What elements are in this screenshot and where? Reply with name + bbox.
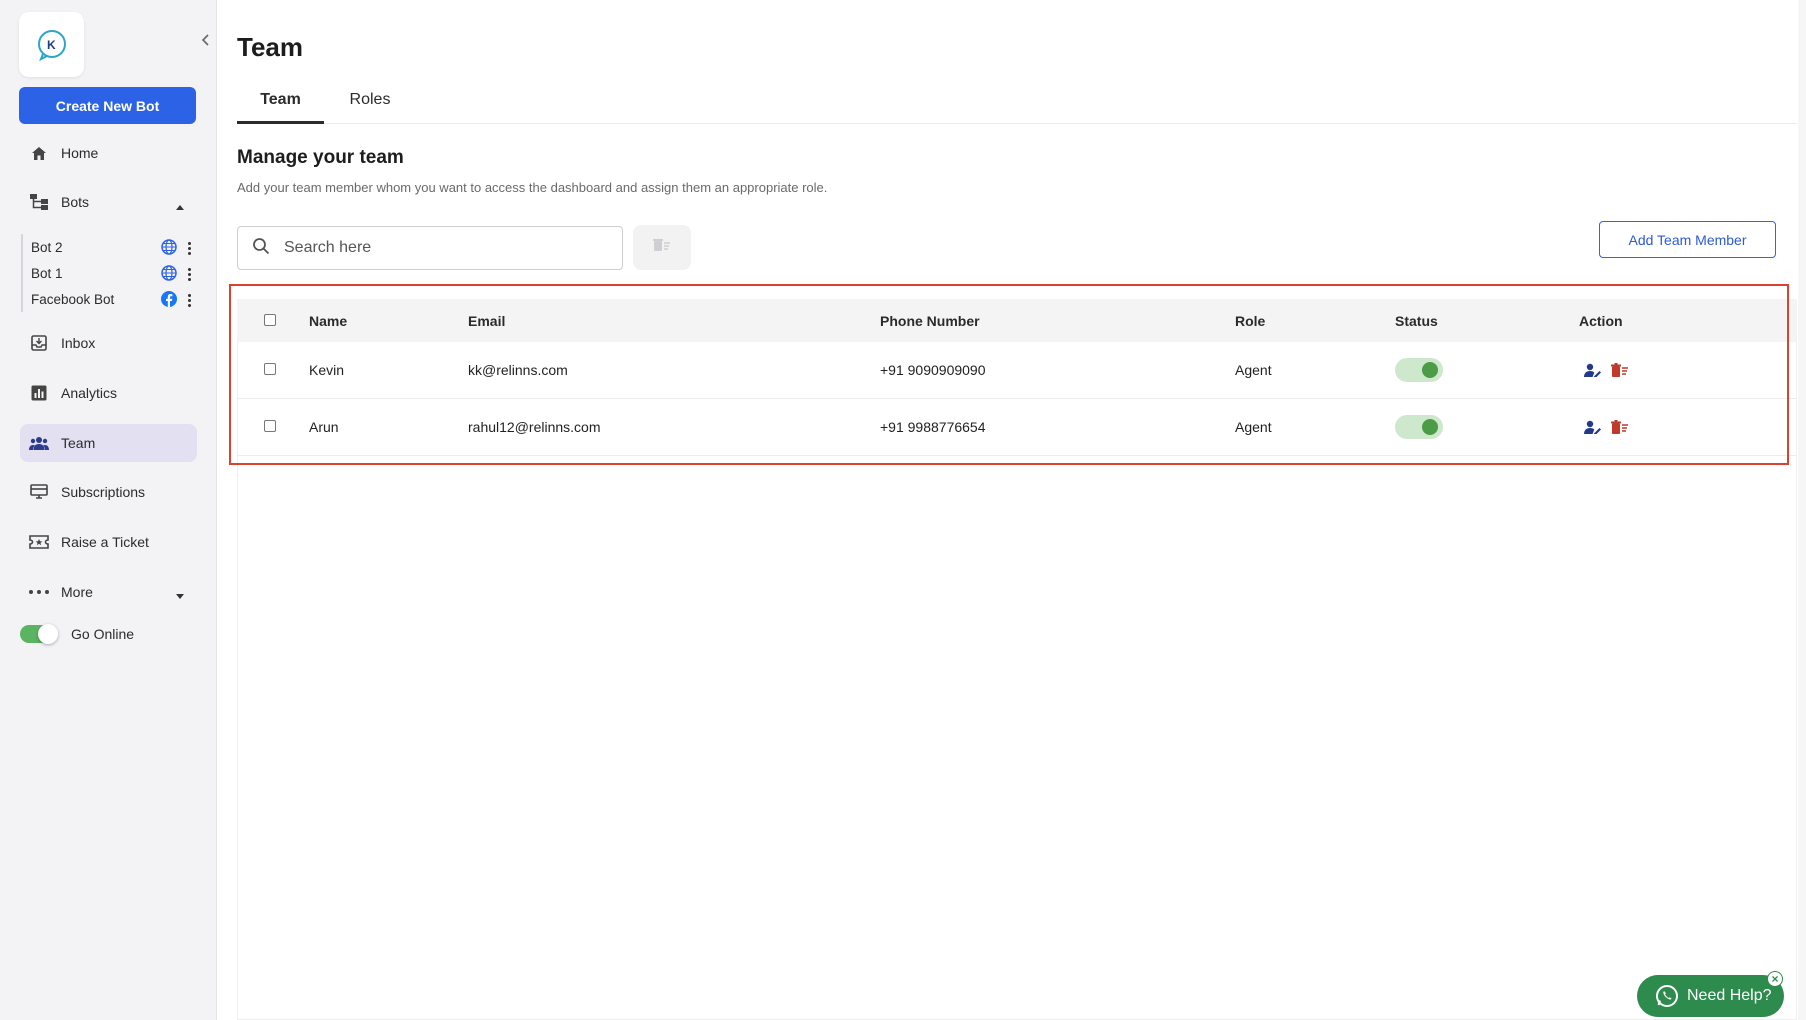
collapse-sidebar-icon[interactable]	[198, 32, 212, 48]
go-online-row: Go Online	[20, 624, 135, 644]
bot-list-item[interactable]: Bot 1	[23, 260, 191, 286]
bot-name: Bot 2	[31, 239, 63, 255]
sidebar-item-label: Raise a Ticket	[61, 534, 149, 550]
bulk-delete-icon	[653, 238, 671, 257]
sidebar-item-label: More	[61, 584, 93, 600]
go-online-toggle[interactable]	[20, 624, 58, 644]
close-icon[interactable]: ×	[1767, 971, 1783, 987]
whatsapp-icon	[1655, 984, 1679, 1008]
team-icon	[29, 433, 49, 453]
caret-down-icon	[175, 587, 185, 603]
more-options-icon[interactable]	[187, 242, 191, 255]
sidebar-item-team[interactable]: Team	[20, 424, 197, 462]
more-options-icon[interactable]	[187, 294, 191, 307]
sidebar-item-label: Inbox	[61, 335, 96, 351]
sidebar-item-bots[interactable]: Bots	[20, 183, 197, 221]
globe-icon	[161, 265, 177, 284]
ticket-icon	[29, 532, 49, 552]
tab-bar: Team Roles	[237, 88, 1797, 124]
bulk-delete-button[interactable]	[633, 225, 691, 270]
home-icon	[29, 143, 49, 163]
create-new-bot-button[interactable]: Create New Bot	[19, 87, 196, 124]
sidebar-item-label: Subscriptions	[61, 484, 146, 500]
sidebar: K Create New Bot Home Bots Bot 2 Bot 1 F…	[0, 0, 217, 1020]
sidebar-item-raise-ticket[interactable]: Raise a Ticket	[20, 523, 197, 561]
sidebar-item-more[interactable]: More	[20, 573, 197, 611]
tab-team[interactable]: Team	[237, 88, 324, 124]
more-options-icon[interactable]	[187, 268, 191, 281]
bots-tree-icon	[29, 192, 49, 212]
sidebar-item-label: Home	[61, 145, 99, 161]
go-online-label: Go Online	[71, 626, 135, 642]
subscriptions-icon	[29, 482, 49, 502]
tab-roles[interactable]: Roles	[331, 88, 409, 124]
sidebar-item-label: Bots	[61, 194, 90, 210]
chat-logo-icon: K	[37, 29, 66, 61]
bot-list-item[interactable]: Facebook Bot	[23, 286, 191, 312]
sidebar-item-subscriptions[interactable]: Subscriptions	[20, 473, 197, 511]
need-help-button[interactable]: Need Help?	[1637, 975, 1784, 1017]
bot-name: Facebook Bot	[31, 291, 115, 307]
search-box	[237, 226, 623, 270]
svg-text:K: K	[47, 38, 56, 52]
sidebar-item-label: Team	[61, 435, 96, 451]
table-highlight-border	[229, 284, 1789, 465]
more-horizontal-icon	[29, 582, 49, 602]
sidebar-item-label: Analytics	[61, 385, 118, 401]
scrollbar[interactable]	[1798, 0, 1806, 1020]
sidebar-item-home[interactable]: Home	[20, 134, 197, 172]
caret-up-icon	[175, 197, 185, 213]
app-logo[interactable]: K	[19, 12, 84, 77]
bot-name: Bot 1	[31, 265, 63, 281]
search-input[interactable]	[284, 239, 584, 257]
bot-list-item[interactable]: Bot 2	[23, 234, 191, 260]
inbox-icon	[29, 333, 49, 353]
section-subtitle: Add your team member whom you want to ac…	[237, 180, 828, 195]
globe-icon	[161, 239, 177, 258]
facebook-icon	[161, 291, 177, 310]
add-team-member-button[interactable]: Add Team Member	[1599, 221, 1776, 258]
analytics-icon	[29, 383, 49, 403]
search-icon	[252, 237, 270, 260]
sidebar-item-inbox[interactable]: Inbox	[20, 324, 197, 362]
need-help-label: Need Help?	[1687, 987, 1772, 1004]
bot-list: Bot 2 Bot 1 Facebook Bot	[21, 234, 191, 312]
main-content: Team Team Roles Manage your team Add you…	[217, 0, 1806, 1020]
sidebar-item-analytics[interactable]: Analytics	[20, 374, 197, 412]
section-title: Manage your team	[237, 147, 404, 168]
page-title: Team	[237, 32, 303, 62]
